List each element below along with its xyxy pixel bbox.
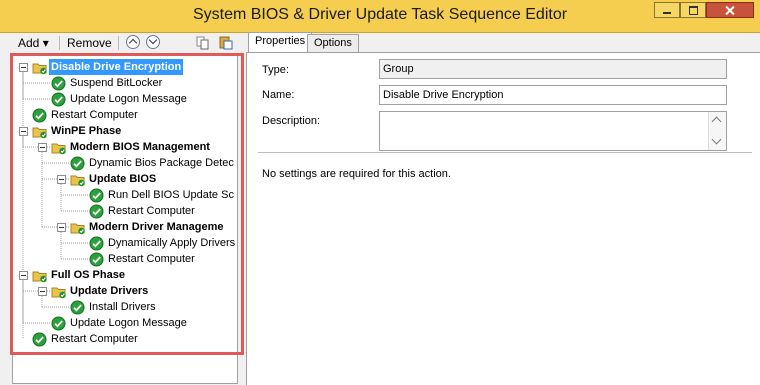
tree-step-item[interactable]: Restart Computer — [13, 331, 237, 347]
toolbar-divider — [59, 36, 60, 50]
description-scrollbar[interactable] — [708, 112, 726, 150]
tree-item-label: Dynamically Apply Drivers — [108, 237, 236, 249]
step-check-icon — [51, 92, 66, 107]
type-label: Type: — [262, 64, 289, 76]
collapse-toggle-icon[interactable] — [19, 127, 28, 136]
step-check-icon — [89, 204, 104, 219]
move-down-icon[interactable] — [146, 35, 160, 49]
description-field[interactable] — [379, 111, 727, 151]
paste-icon[interactable] — [219, 35, 233, 50]
description-label: Description: — [262, 115, 321, 127]
step-check-icon — [32, 332, 47, 347]
step-check-icon — [70, 156, 85, 171]
collapse-toggle-icon[interactable] — [19, 271, 28, 280]
toolbar-divider — [118, 36, 119, 50]
step-check-icon — [51, 316, 66, 331]
tree-item-label: Restart Computer — [51, 333, 138, 345]
group-folder-icon — [32, 124, 47, 139]
no-settings-note: No settings are required for this action… — [262, 168, 451, 180]
collapse-toggle-icon[interactable] — [19, 63, 28, 72]
tree-group-item[interactable]: Update Drivers — [13, 283, 237, 299]
tree-item-label: Restart Computer — [51, 109, 138, 121]
minimize-button[interactable] — [654, 2, 680, 18]
tree-group-item[interactable]: WinPE Phase — [13, 123, 237, 139]
tree-item-label: Run Dell BIOS Update Sc — [108, 189, 234, 201]
group-folder-icon — [70, 220, 85, 235]
add-menu-button[interactable]: Add ▾ — [18, 36, 49, 50]
tree-item-label: Full OS Phase — [51, 269, 125, 281]
scroll-up-icon[interactable] — [711, 116, 722, 127]
task-sequence-tree[interactable]: Disable Drive Encryption Suspend BitLocke… — [12, 54, 238, 384]
name-label: Name: — [262, 89, 295, 101]
tree-group-item[interactable]: Update BIOS — [13, 171, 237, 187]
tree-item-label: Modern Driver Manageme — [89, 221, 224, 233]
tree-item-label: Restart Computer — [108, 205, 195, 217]
window-title: System BIOS & Driver Update Task Sequenc… — [192, 6, 568, 23]
name-field[interactable]: Disable Drive Encryption — [379, 85, 727, 105]
group-folder-icon — [51, 284, 66, 299]
group-folder-icon — [51, 140, 66, 155]
tree-item-label: WinPE Phase — [51, 125, 122, 137]
tree-item-label: Restart Computer — [108, 253, 195, 265]
tree-group-item[interactable]: Modern Driver Manageme — [13, 219, 237, 235]
add-label: Add — [18, 36, 40, 50]
tree-item-label: Update BIOS — [89, 173, 157, 185]
toolbar: Add ▾ Remove — [0, 32, 245, 54]
tree-step-item[interactable]: Restart Computer — [13, 251, 237, 267]
tree-step-item[interactable]: Dynamic Bios Package Detec — [13, 155, 237, 171]
tree-step-item[interactable]: Run Dell BIOS Update Sc — [13, 187, 237, 203]
step-check-icon — [89, 188, 104, 203]
tab-options[interactable]: Options — [307, 34, 359, 53]
tree-item-label: Modern BIOS Management — [70, 141, 210, 153]
properties-divider — [258, 152, 752, 153]
remove-button[interactable]: Remove — [67, 36, 112, 50]
tree-step-item[interactable]: Dynamically Apply Drivers — [13, 235, 237, 251]
tree-step-item[interactable]: Update Logon Message — [13, 315, 237, 331]
tree-group-item[interactable]: Disable Drive Encryption — [13, 59, 237, 75]
tab-properties[interactable]: Properties — [248, 32, 313, 54]
step-check-icon — [32, 108, 47, 123]
move-up-icon[interactable] — [126, 35, 140, 49]
group-folder-icon — [32, 60, 47, 75]
tree-item-label: Update Logon Message — [70, 93, 187, 105]
type-field: Group — [379, 59, 727, 79]
tree-step-item[interactable]: Update Logon Message — [13, 91, 237, 107]
collapse-toggle-icon[interactable] — [57, 223, 66, 232]
title-bar: System BIOS & Driver Update Task Sequenc… — [0, 0, 760, 33]
tree-item-label: Update Logon Message — [70, 317, 187, 329]
tree-group-item[interactable]: Modern BIOS Management — [13, 139, 237, 155]
tree-step-item[interactable]: Restart Computer — [13, 203, 237, 219]
group-folder-icon — [32, 268, 47, 283]
tree-step-item[interactable]: Restart Computer — [13, 107, 237, 123]
tree-item-label: Suspend BitLocker — [70, 77, 163, 89]
tree-item-label: Install Drivers — [89, 301, 156, 313]
close-button[interactable] — [706, 2, 754, 18]
step-check-icon — [51, 76, 66, 91]
collapse-toggle-icon[interactable] — [57, 175, 66, 184]
collapse-toggle-icon[interactable] — [38, 143, 47, 152]
group-folder-icon — [70, 172, 85, 187]
maximize-button[interactable] — [680, 2, 706, 18]
tree-item-label: Update Drivers — [70, 285, 149, 297]
tree-item-label: Dynamic Bios Package Detec — [89, 157, 234, 169]
collapse-toggle-icon[interactable] — [38, 287, 47, 296]
copy-icon[interactable] — [196, 35, 210, 50]
tree-item-label: Disable Drive Encryption — [49, 59, 184, 75]
step-check-icon — [89, 252, 104, 267]
tree-group-item[interactable]: Full OS Phase — [13, 267, 237, 283]
step-check-icon — [70, 300, 85, 315]
dropdown-arrow-icon: ▾ — [42, 36, 49, 50]
tree-step-item[interactable]: Install Drivers — [13, 299, 237, 315]
step-check-icon — [89, 236, 104, 251]
tree-step-item[interactable]: Suspend BitLocker — [13, 75, 237, 91]
scroll-down-icon[interactable] — [711, 134, 722, 145]
